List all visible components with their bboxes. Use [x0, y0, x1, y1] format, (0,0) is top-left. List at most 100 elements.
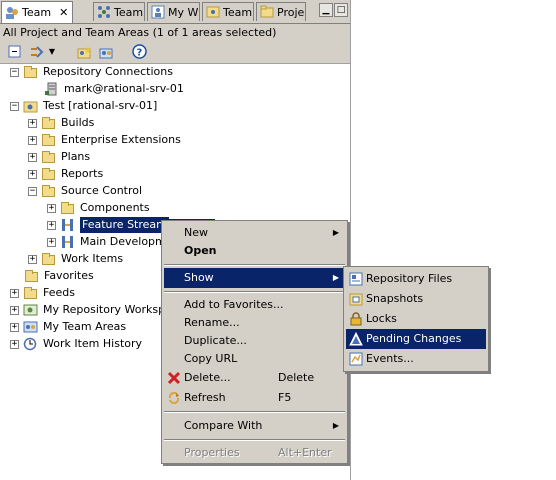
tree-label: mark@rational-srv-01: [64, 82, 184, 95]
new-project-area-button[interactable]: [76, 43, 94, 60]
tab-team-artifacts[interactable]: Team ✕: [1, 1, 73, 23]
workspace-icon: [23, 303, 39, 317]
refresh-icon: [167, 391, 181, 405]
help-button[interactable]: ?: [130, 43, 148, 60]
delete-icon: [167, 371, 181, 385]
view-tab-bar: Team ✕ Team My W Team Proje ▁ □: [0, 0, 350, 24]
stream-icon: [60, 218, 76, 232]
project-area-icon: [23, 99, 39, 113]
menu-item-refresh[interactable]: Refresh F5: [164, 388, 345, 408]
submenu-arrow-icon: ▶: [332, 273, 339, 282]
tree-item-enterprise-extensions[interactable]: + Enterprise Extensions: [28, 132, 181, 148]
tree-item-feeds[interactable]: + Feeds: [10, 285, 75, 301]
tree-label: My Repository Workspa: [43, 303, 172, 316]
folder-icon: [23, 65, 39, 79]
lock-icon: [349, 312, 363, 326]
tree-item-source-control[interactable]: − Source Control: [28, 183, 142, 199]
tree-item-plans[interactable]: + Plans: [28, 149, 90, 165]
tab-my-work[interactable]: My W: [147, 2, 200, 21]
menu-separator: [164, 411, 345, 413]
history-icon: [23, 337, 39, 351]
menu-item-show[interactable]: Show ▶: [164, 268, 345, 288]
tree-label: Reports: [61, 167, 104, 180]
tree-label: Main Developme: [80, 235, 173, 248]
menu-item-add-to-favorites[interactable]: Add to Favorites...: [164, 295, 345, 315]
tree-item-my-repository-workspaces[interactable]: + My Repository Workspa: [10, 302, 172, 318]
submenu-item-events[interactable]: Events...: [346, 349, 486, 369]
tree-item-test[interactable]: − Test [rational-srv-01]: [10, 98, 157, 114]
expand-toggle[interactable]: +: [10, 339, 19, 349]
submenu-item-repository-files[interactable]: Repository Files: [346, 269, 486, 289]
tree-item-main-development[interactable]: + Main Developme: [47, 234, 173, 250]
team-area-button[interactable]: [98, 43, 116, 60]
tree-label: Work Item History: [43, 337, 143, 350]
tree-label: Enterprise Extensions: [61, 133, 181, 146]
tree-item-reports[interactable]: + Reports: [28, 166, 103, 182]
menu-item-open[interactable]: Open: [164, 241, 345, 261]
tree-label: Feeds: [43, 286, 75, 299]
tab-project-explorer[interactable]: Proje: [256, 2, 306, 21]
maximize-icon[interactable]: □: [334, 3, 348, 17]
expand-toggle[interactable]: +: [47, 237, 56, 247]
menu-item-properties[interactable]: Properties Alt+Enter: [164, 443, 345, 463]
menu-separator: [164, 264, 345, 266]
expand-toggle[interactable]: +: [28, 152, 37, 162]
dropdown-menu-button[interactable]: ▼: [46, 43, 58, 60]
tree-item-work-item-history[interactable]: + Work Item History: [10, 336, 142, 352]
tab-team-organization[interactable]: Team: [93, 2, 145, 21]
collapse-all-button[interactable]: [6, 43, 24, 60]
project-area-icon: [77, 45, 92, 58]
collapse-toggle[interactable]: −: [10, 67, 19, 77]
expand-toggle[interactable]: +: [10, 288, 19, 298]
expand-toggle[interactable]: +: [10, 305, 19, 315]
tab-label: My W: [168, 5, 199, 19]
plans-folder-icon: [41, 150, 57, 164]
menu-item-compare-with[interactable]: Compare With ▶: [164, 416, 345, 436]
tree-item-work-items[interactable]: + Work Items: [28, 251, 123, 267]
collapse-toggle[interactable]: −: [10, 101, 19, 111]
project-explorer-icon: [260, 5, 274, 19]
stream-icon: [60, 235, 76, 249]
menu-separator: [164, 439, 345, 441]
tree-item-my-team-areas[interactable]: + My Team Areas: [10, 319, 126, 335]
server-icon: [44, 82, 60, 96]
tree-item-repository-connections[interactable]: − Repository Connections: [10, 64, 173, 80]
submenu-item-pending-changes[interactable]: Pending Changes: [346, 329, 486, 349]
tree-label: Favorites: [44, 269, 94, 282]
expand-toggle[interactable]: +: [28, 254, 37, 264]
menu-item-copy-url[interactable]: Copy URL: [164, 349, 345, 369]
tree-item-builds[interactable]: + Builds: [28, 115, 94, 131]
team-area-icon: [99, 48, 113, 58]
menu-item-delete[interactable]: Delete... Delete: [164, 368, 345, 388]
submenu-item-locks[interactable]: Locks: [346, 309, 486, 329]
expand-toggle[interactable]: +: [47, 220, 56, 230]
submenu-arrow-icon: ▶: [332, 421, 339, 430]
link-with-editor-button[interactable]: [28, 43, 46, 60]
expand-toggle[interactable]: +: [28, 118, 37, 128]
tree-label: Builds: [61, 116, 95, 129]
menu-item-rename[interactable]: Rename...: [164, 313, 345, 333]
submenu-item-snapshots[interactable]: Snapshots: [346, 289, 486, 309]
tab-label: Team: [22, 6, 52, 19]
expand-toggle[interactable]: +: [10, 322, 19, 332]
close-icon[interactable]: ✕: [59, 6, 68, 19]
my-work-icon: [151, 5, 165, 19]
expand-toggle[interactable]: +: [28, 135, 37, 145]
collapse-toggle[interactable]: −: [28, 186, 37, 196]
minimize-icon[interactable]: ▁: [319, 3, 333, 17]
feeds-folder-icon: [23, 286, 39, 300]
tree-item-repository-user[interactable]: mark@rational-srv-01: [44, 81, 184, 97]
collapse-all-icon: [8, 45, 21, 57]
tab-label: Team: [223, 5, 253, 19]
tree-label-selected: Feature Stream: [80, 217, 169, 233]
source-control-folder-icon: [41, 184, 57, 198]
menu-item-new[interactable]: New ▶: [164, 223, 345, 243]
menu-item-duplicate[interactable]: Duplicate...: [164, 331, 345, 351]
tree-item-components[interactable]: + Components: [47, 200, 150, 216]
expand-toggle[interactable]: +: [47, 203, 56, 213]
expand-toggle[interactable]: +: [28, 169, 37, 179]
tree-label: Test [rational-srv-01]: [43, 99, 158, 112]
svg-text:?: ?: [136, 48, 142, 59]
tree-item-favorites[interactable]: Favorites: [24, 268, 94, 284]
tab-team[interactable]: Team: [202, 2, 254, 21]
